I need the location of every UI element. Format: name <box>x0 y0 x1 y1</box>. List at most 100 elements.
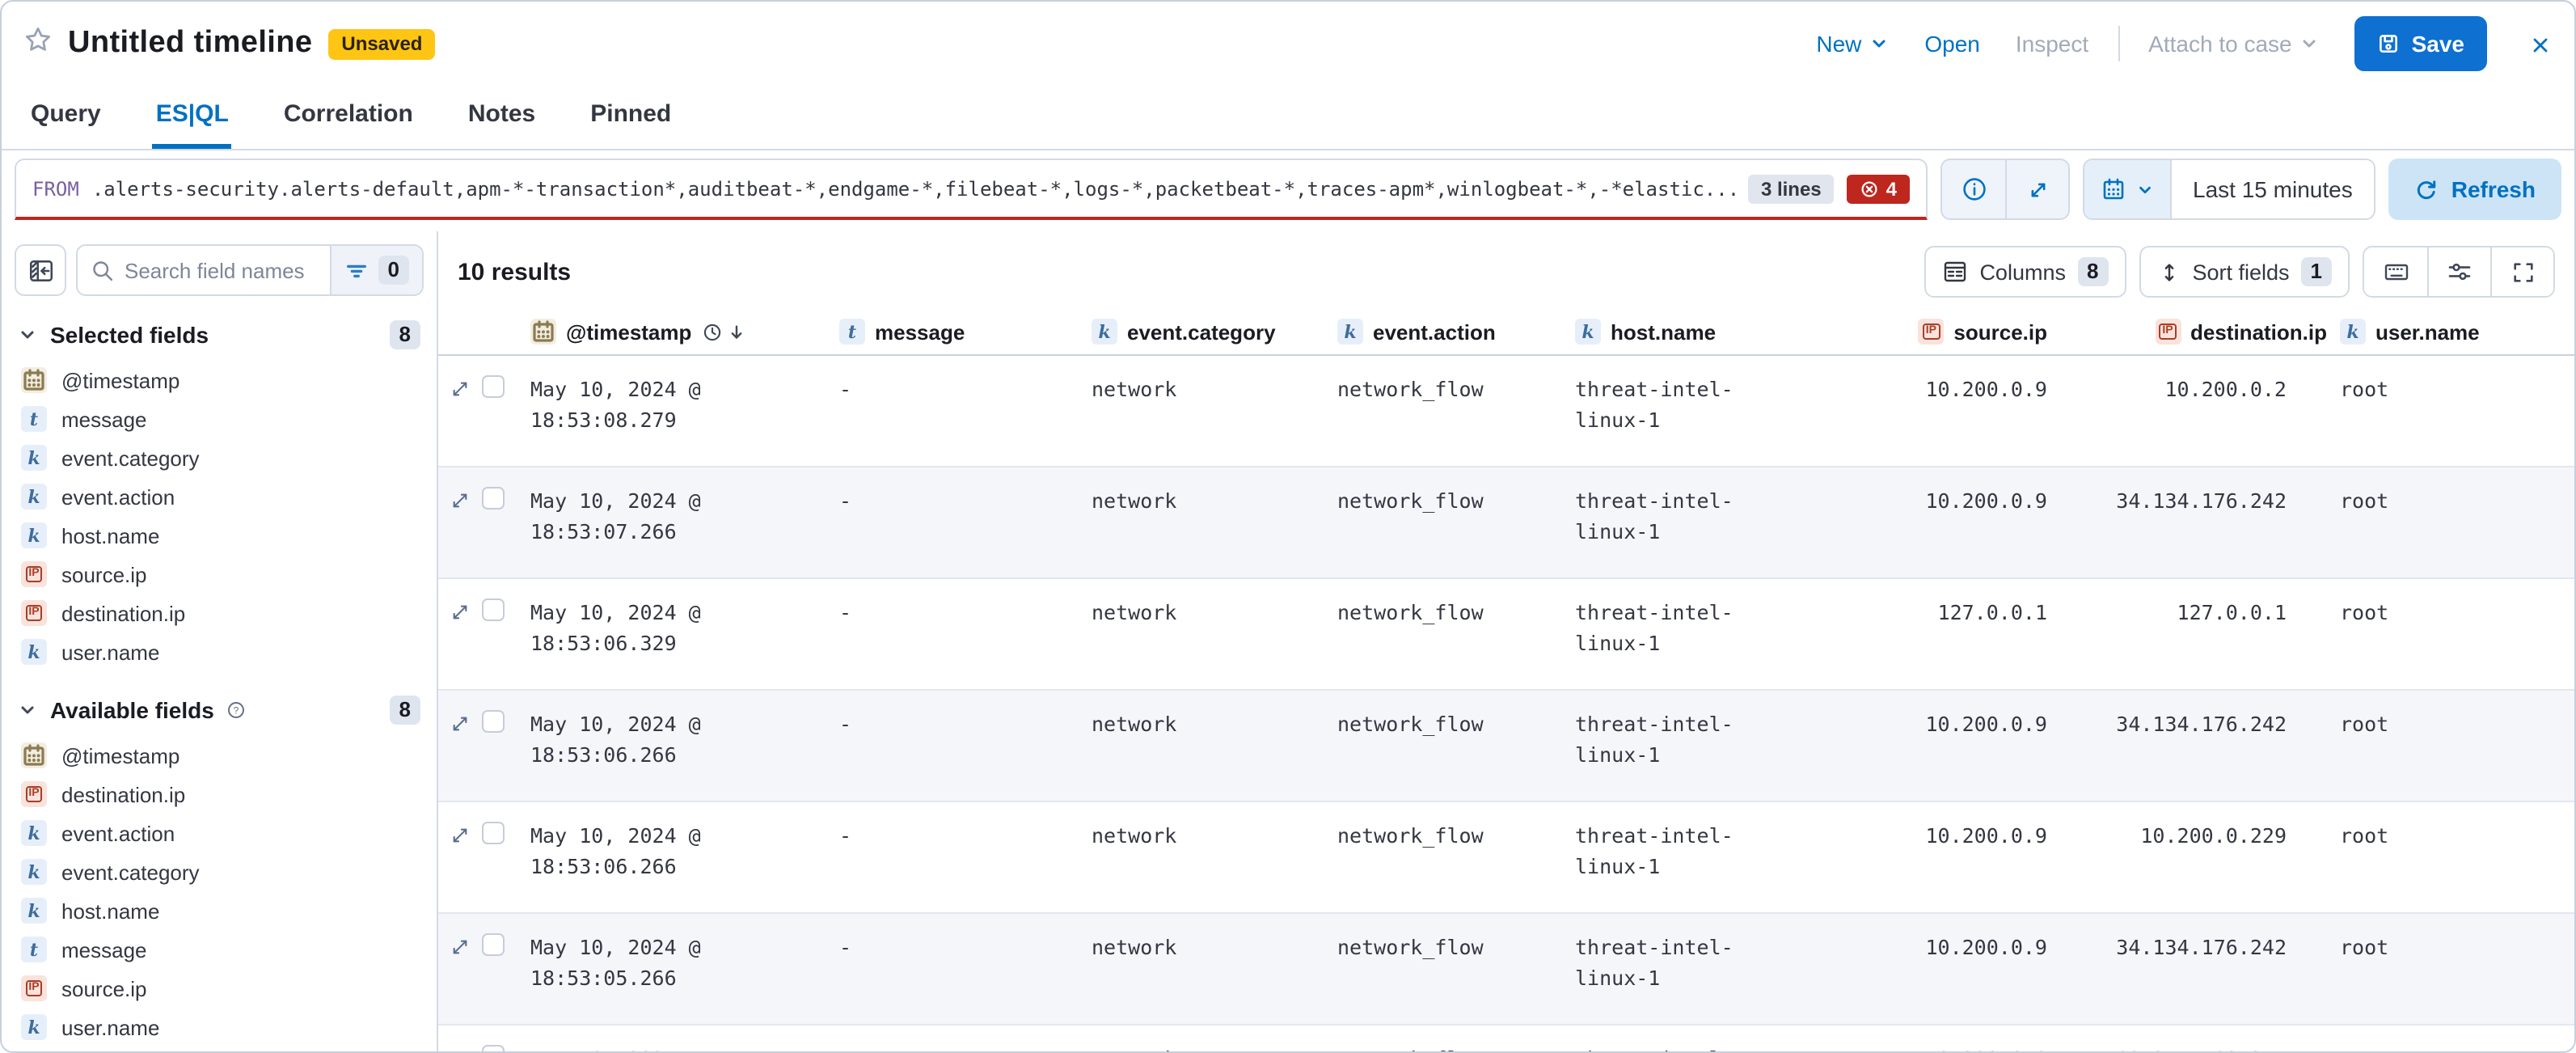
row-checkbox[interactable] <box>482 375 505 398</box>
column-header[interactable]: k user.name <box>2327 319 2574 345</box>
fullscreen-button[interactable] <box>2490 247 2553 296</box>
cell-destination-ip[interactable]: 10.200.0.229 <box>2055 802 2327 912</box>
tab[interactable]: Pinned <box>587 86 674 149</box>
expand-event-icon[interactable] <box>450 375 471 466</box>
field-list-item[interactable]: @timestamp <box>15 736 424 775</box>
column-header[interactable]: k host.name <box>1575 319 1882 345</box>
error-count-badge[interactable]: 4 <box>1848 174 1910 203</box>
tab[interactable]: Correlation <box>281 86 416 149</box>
tab[interactable]: ES|QL <box>153 86 232 149</box>
cell-source-ip[interactable]: 10.200.0.9 <box>1882 914 2055 1024</box>
column-header[interactable]: IP source.ip <box>1882 319 2055 345</box>
cell-event-action[interactable]: network_flow <box>1337 914 1575 1024</box>
column-header[interactable]: k event.action <box>1337 319 1575 345</box>
calendar-dropdown-button[interactable] <box>2084 160 2172 218</box>
cell-message[interactable]: - <box>839 356 1092 466</box>
cell-host-name[interactable]: threat-intel-linux-1 <box>1575 356 1882 466</box>
cell-event-action[interactable]: network_flow <box>1337 467 1575 577</box>
selected-fields-header[interactable]: Selected fields 8 <box>15 320 424 349</box>
cell-source-ip[interactable]: 10.200.0.9 <box>1882 467 2055 577</box>
expand-event-icon[interactable] <box>450 710 471 801</box>
expand-event-icon[interactable] <box>450 598 471 689</box>
field-list-item[interactable]: k user.name <box>15 1008 424 1047</box>
cell-message[interactable]: - <box>839 914 1092 1024</box>
available-fields-header[interactable]: Available fields ? 8 <box>15 696 424 725</box>
cell-host-name[interactable]: threat-intel- <box>1575 1026 1882 1051</box>
refresh-button[interactable]: Refresh <box>2388 159 2561 220</box>
cell-destination-ip[interactable]: 34.134.176.242 <box>2055 467 2327 577</box>
cell-event-category[interactable]: network <box>1092 691 1337 801</box>
favorite-star-icon[interactable] <box>24 26 52 61</box>
expand-event-icon[interactable] <box>450 1045 471 1051</box>
tab[interactable]: Notes <box>465 86 538 149</box>
cell-source-ip[interactable]: 127.0.0.1 <box>1882 579 2055 689</box>
row-checkbox[interactable] <box>482 598 505 621</box>
cell-timestamp[interactable]: May 10, 2024 @18:53:06.266 <box>530 802 839 912</box>
cell-event-action[interactable]: network_flow <box>1337 802 1575 912</box>
field-list-item[interactable]: @timestamp <box>15 361 424 400</box>
field-list-item[interactable]: t message <box>15 930 424 969</box>
cell-destination-ip[interactable]: 169.254.169.254 <box>2055 1026 2327 1051</box>
cell-user-name[interactable]: root <box>2327 579 2574 689</box>
field-list-item[interactable]: k event.action <box>15 814 424 852</box>
column-header[interactable]: @timestamp <box>530 319 839 345</box>
help-icon[interactable]: ? <box>227 700 247 720</box>
tab[interactable]: Query <box>27 86 104 149</box>
field-list-item[interactable]: IP source.ip <box>15 969 424 1008</box>
cell-message[interactable]: - <box>839 1026 1092 1051</box>
field-list-item[interactable]: IP source.ip <box>15 555 424 594</box>
cell-message[interactable]: - <box>839 802 1092 912</box>
column-header[interactable]: k event.category <box>1092 319 1337 345</box>
cell-destination-ip[interactable]: 10.200.0.2 <box>2055 356 2327 466</box>
field-list-item[interactable]: k host.name <box>15 891 424 930</box>
attach-to-case-button[interactable]: Attach to case <box>2148 31 2319 57</box>
cell-user-name[interactable]: root <box>2327 1026 2574 1051</box>
cell-timestamp[interactable]: May 10, 2024 @18:53:07.266 <box>530 467 839 577</box>
row-checkbox[interactable] <box>482 710 505 733</box>
search-input[interactable] <box>121 256 330 284</box>
save-button[interactable]: Save <box>2355 16 2487 71</box>
cell-user-name[interactable]: root <box>2327 802 2574 912</box>
cell-user-name[interactable]: root <box>2327 914 2574 1024</box>
cell-host-name[interactable]: threat-intel-linux-1 <box>1575 691 1882 801</box>
field-list-item[interactable]: t message <box>15 400 424 438</box>
cell-timestamp[interactable]: May 10, 2024 @18:53:08.279 <box>530 356 839 466</box>
field-list-item[interactable]: k user.name <box>15 632 424 671</box>
cell-user-name[interactable]: root <box>2327 467 2574 577</box>
cell-host-name[interactable]: threat-intel-linux-1 <box>1575 579 1882 689</box>
cell-source-ip[interactable]: 10.200.0.9 <box>1882 1026 2055 1051</box>
row-checkbox[interactable] <box>482 933 505 956</box>
cell-event-action[interactable]: network_flow <box>1337 1026 1575 1051</box>
cell-user-name[interactable]: root <box>2327 691 2574 801</box>
display-options-button[interactable] <box>2427 247 2490 296</box>
cell-user-name[interactable]: root <box>2327 356 2574 466</box>
cell-event-category[interactable]: network <box>1092 914 1337 1024</box>
field-list-item[interactable]: IP destination.ip <box>15 775 424 814</box>
cell-destination-ip[interactable]: 34.134.176.242 <box>2055 914 2327 1024</box>
columns-button[interactable]: Columns 8 <box>1924 246 2126 298</box>
field-list-item[interactable]: k host.name <box>15 516 424 555</box>
expand-event-icon[interactable] <box>450 822 471 912</box>
cell-event-category[interactable]: network <box>1092 802 1337 912</box>
field-list-item[interactable]: k event.category <box>15 852 424 891</box>
cell-host-name[interactable]: threat-intel-linux-1 <box>1575 467 1882 577</box>
sort-fields-button[interactable]: Sort fields 1 <box>2139 246 2350 298</box>
collapse-sidebar-button[interactable] <box>15 244 66 296</box>
field-list-item[interactable]: IP destination.ip <box>15 594 424 632</box>
cell-event-category[interactable]: network <box>1092 579 1337 689</box>
esql-editor[interactable]: FROM .alerts-security.alerts-default,apm… <box>15 159 1928 220</box>
cell-event-category[interactable]: network <box>1092 1026 1337 1051</box>
expand-event-icon[interactable] <box>450 487 471 577</box>
close-icon[interactable] <box>2529 32 2552 57</box>
editor-expand-button[interactable] <box>2005 160 2068 218</box>
cell-source-ip[interactable]: 10.200.0.9 <box>1882 691 2055 801</box>
cell-host-name[interactable]: threat-intel-linux-1 <box>1575 914 1882 1024</box>
cell-message[interactable]: - <box>839 579 1092 689</box>
cell-event-category[interactable]: network <box>1092 356 1337 466</box>
field-filter-button[interactable]: 0 <box>330 246 422 294</box>
cell-destination-ip[interactable]: 34.134.176.242 <box>2055 691 2327 801</box>
field-list-item[interactable]: k event.action <box>15 477 424 516</box>
cell-event-action[interactable]: network_flow <box>1337 691 1575 801</box>
cell-timestamp[interactable]: May 10, 2024 @18:53:06.329 <box>530 579 839 689</box>
row-checkbox[interactable] <box>482 487 505 510</box>
